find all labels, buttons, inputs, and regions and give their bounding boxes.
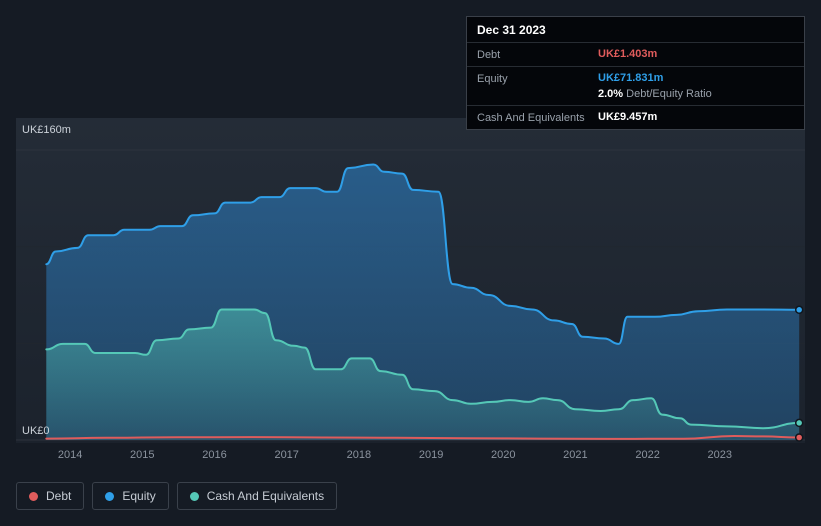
- y-axis-max-label: UK£160m: [22, 124, 71, 136]
- chart-plot-area[interactable]: [16, 118, 805, 443]
- legend: Debt Equity Cash And Equivalents: [16, 482, 337, 510]
- x-axis-tick: 2015: [130, 449, 154, 461]
- y-axis-zero-label: UK£0: [22, 425, 50, 437]
- legend-item-cash-and-equivalents[interactable]: Cash And Equivalents: [177, 482, 337, 510]
- x-axis-tick: 2014: [58, 449, 82, 461]
- x-axis-tick: 2021: [563, 449, 587, 461]
- tooltip-row-label: Cash And Equivalents: [477, 111, 598, 124]
- tooltip-row-cash-and-equivalents: Cash And EquivalentsUK£9.457m: [467, 106, 804, 129]
- x-axis-tick: 2020: [491, 449, 515, 461]
- chart-page: UK£160m UK£0 2014 2015 2016 2017 2018 2019 202…: [0, 0, 821, 526]
- x-axis-tick: 2023: [708, 449, 732, 461]
- tooltip-row-equity: EquityUK£71.831m 2.0% Debt/Equity Ratio: [467, 67, 804, 106]
- legend-label: Debt: [46, 489, 71, 503]
- legend-label: Cash And Equivalents: [207, 489, 324, 503]
- legend-item-equity[interactable]: Equity: [92, 482, 168, 510]
- chart-svg: [16, 118, 805, 443]
- tooltip-row-value: UK£1.403m: [598, 48, 657, 60]
- x-axis-tick: 2019: [419, 449, 443, 461]
- debt-equity-ratio: 2.0% Debt/Equity Ratio: [598, 88, 712, 100]
- tooltip-rows: DebtUK£1.403mEquityUK£71.831m2.0% Debt/E…: [467, 43, 804, 129]
- legend-dot-equity: [105, 492, 114, 501]
- tooltip-row-label: Equity: [477, 72, 598, 85]
- tooltip: Dec 31 2023 DebtUK£1.403mEquityUK£71.831…: [466, 16, 805, 130]
- endpoint-dot-cash-and-equivalents: [796, 419, 803, 426]
- x-axis: 2014 2015 2016 2017 2018 2019 2020 2021 2022 2023: [16, 449, 805, 465]
- tooltip-row-value: UK£9.457m: [598, 111, 657, 123]
- tooltip-row-label: Debt: [477, 48, 598, 61]
- endpoint-dot-equity: [796, 306, 803, 313]
- x-axis-tick: 2018: [347, 449, 371, 461]
- legend-dot-debt: [29, 492, 38, 501]
- legend-dot-cash-and-equivalents: [190, 492, 199, 501]
- x-axis-tick: 2017: [274, 449, 298, 461]
- endpoint-dot-debt: [796, 434, 803, 441]
- tooltip-date: Dec 31 2023: [467, 17, 804, 43]
- legend-label: Equity: [122, 489, 155, 503]
- tooltip-row-value: UK£71.831m: [598, 72, 712, 84]
- x-axis-tick: 2016: [202, 449, 226, 461]
- legend-item-debt[interactable]: Debt: [16, 482, 84, 510]
- tooltip-row-debt: DebtUK£1.403m: [467, 43, 804, 67]
- x-axis-tick: 2022: [635, 449, 659, 461]
